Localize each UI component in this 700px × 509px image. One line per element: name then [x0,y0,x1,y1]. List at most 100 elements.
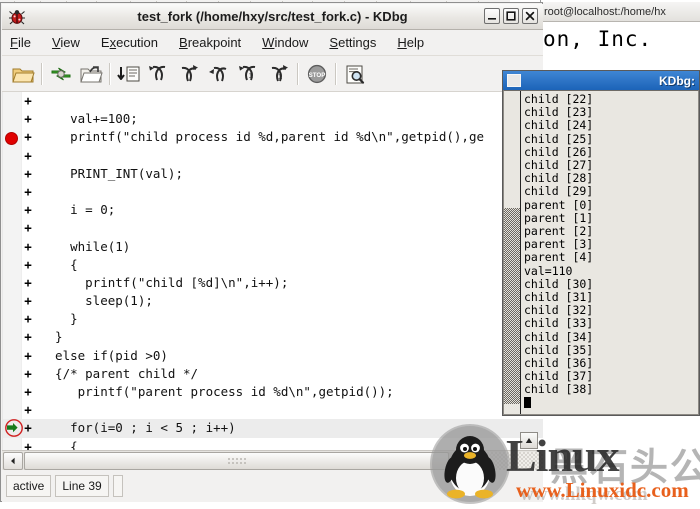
output-line: parent [0] [524,197,594,212]
source-line[interactable]: + printf("child [%d]\n",i++); [3,274,543,292]
fold-plus-icon[interactable]: + [23,128,33,146]
kdbg-output-titlebar[interactable]: KDbg: [503,71,699,90]
toolbar[interactable]: i i STOP [2,56,543,92]
terminal-titlebar: root@localhost:/home/hx [541,2,700,22]
source-code-view[interactable]: + + val+=100; + printf("child process id %… [2,92,543,450]
kdbg-main-window[interactable]: test_fork (/home/hxy/src/test_fork.c) - … [0,2,543,502]
maximize-button[interactable] [503,8,519,24]
minimize-button[interactable] [484,8,500,24]
source-line[interactable]: + } [3,310,543,328]
source-line[interactable]: + else if(pid >0) [3,347,543,365]
fold-plus-icon[interactable]: + [23,274,33,292]
source-line[interactable]: + { [3,256,543,274]
watermark-chinese-text: 黑石头公社 [550,447,700,489]
open-executable-button[interactable] [76,59,106,89]
source-line[interactable]: + for(i=0 ; i < 5 ; i++) [3,419,543,438]
horizontal-scrollbar[interactable] [2,450,543,470]
source-line[interactable]: + [3,147,543,165]
breakpoint-icon[interactable] [5,132,18,146]
scroll-up-button[interactable] [520,432,538,449]
source-line[interactable]: + printf("parent process id %d\n",getpid… [3,383,543,401]
source-line[interactable]: + printf("child process id %d,parent id … [3,128,543,146]
reload-button[interactable] [46,59,76,89]
source-line[interactable]: + while(1) [3,238,543,256]
program-output-text[interactable]: child [22] child [23] child [24] child [25]… [520,91,698,414]
fold-plus-icon[interactable]: + [23,401,33,419]
source-line-text: for(i=0 ; i < 5 ; i++) [40,420,236,436]
menu-help[interactable]: Help [397,33,437,52]
text-cursor [524,396,531,408]
step-out-button[interactable] [204,59,234,89]
vertical-scroll-thumb[interactable] [504,208,520,404]
fold-plus-icon[interactable]: + [23,383,33,401]
toolbar-separator-1 [41,62,43,85]
kdbg-output-body[interactable]: child [22] child [23] child [24] child [25]… [503,90,699,415]
step-into-button[interactable] [144,59,174,89]
fold-plus-icon[interactable]: + [23,238,33,256]
fold-plus-icon[interactable]: + [23,292,33,310]
menubar[interactable]: File View Execution Breakpoint Window Se… [2,30,543,56]
source-line[interactable]: + sleep(1); [3,292,543,310]
fold-plus-icon[interactable]: + [23,92,33,110]
source-line[interactable]: + [3,183,543,201]
fold-plus-icon[interactable]: + [23,347,33,365]
source-line-text: {/* parent child */ [40,365,199,381]
fold-plus-icon[interactable]: + [23,165,33,183]
vertical-scrollbar[interactable] [504,91,520,414]
source-line[interactable]: + [3,219,543,237]
terminal-output-line-1: on, Inc. [543,27,653,51]
menu-execution[interactable]: Execution [101,33,171,52]
source-line[interactable]: + i = 0; [3,201,543,219]
fold-plus-icon[interactable]: + [23,328,33,346]
fold-plus-icon[interactable]: + [23,256,33,274]
source-line-text: sleep(1); [40,293,153,309]
source-lines[interactable]: + + val+=100; + printf("child process id %… [3,92,543,450]
system-menu-button[interactable] [507,74,521,87]
scroll-thumb-grip [226,456,247,465]
fold-plus-icon[interactable]: + [23,419,33,437]
menu-settings[interactable]: Settings [329,33,389,52]
scroll-left-button[interactable] [3,451,23,470]
source-line[interactable]: + [3,92,543,110]
status-extra-cell [112,475,123,497]
source-line[interactable]: + } [3,328,543,346]
source-line[interactable]: + PRINT_INT(val); [3,165,543,183]
step-over-instruction-button[interactable]: i [264,59,294,89]
output-line: child [29] [524,184,594,199]
horizontal-scroll-thumb[interactable] [24,451,449,470]
menu-file[interactable]: File [10,33,44,52]
source-line-text: { [40,438,78,450]
run-to-cursor-button[interactable] [114,59,144,89]
source-line[interactable]: + { [3,438,543,450]
close-button[interactable] [522,8,538,24]
fold-plus-icon[interactable]: + [23,310,33,328]
menu-window[interactable]: Window [262,33,321,52]
fold-plus-icon[interactable]: + [23,147,33,165]
step-over-button[interactable] [174,59,204,89]
output-line: child [25] [524,131,594,146]
source-line[interactable]: + {/* parent child */ [3,365,543,383]
fold-plus-icon[interactable]: + [23,110,33,128]
step-into-instruction-button[interactable]: i [234,59,264,89]
horizontal-scroll-track[interactable] [24,451,452,470]
open-folder-button[interactable] [8,59,38,89]
fold-plus-icon[interactable]: + [23,365,33,383]
output-line: val=110 [524,263,573,278]
fold-plus-icon[interactable]: + [23,219,33,237]
status-state: active [6,475,52,497]
menu-breakpoint[interactable]: Breakpoint [179,33,254,52]
svg-text:i: i [278,72,283,81]
fold-plus-icon[interactable]: + [23,438,33,450]
source-line[interactable]: + [3,401,543,419]
source-line-text: else if(pid >0) [40,347,168,363]
find-button[interactable] [340,59,370,89]
source-line[interactable]: + val+=100; [3,110,543,128]
stop-button[interactable]: STOP [302,59,332,89]
kdbg-output-window[interactable]: KDbg: child [22] child [23] child [24] chil… [502,70,700,416]
menu-view[interactable]: View [52,33,93,52]
toolbar-separator-3 [297,62,299,85]
fold-plus-icon[interactable]: + [23,201,33,219]
output-line: child [34] [524,329,594,344]
main-titlebar[interactable]: test_fork (/home/hxy/src/test_fork.c) - … [2,4,543,30]
fold-plus-icon[interactable]: + [23,183,33,201]
